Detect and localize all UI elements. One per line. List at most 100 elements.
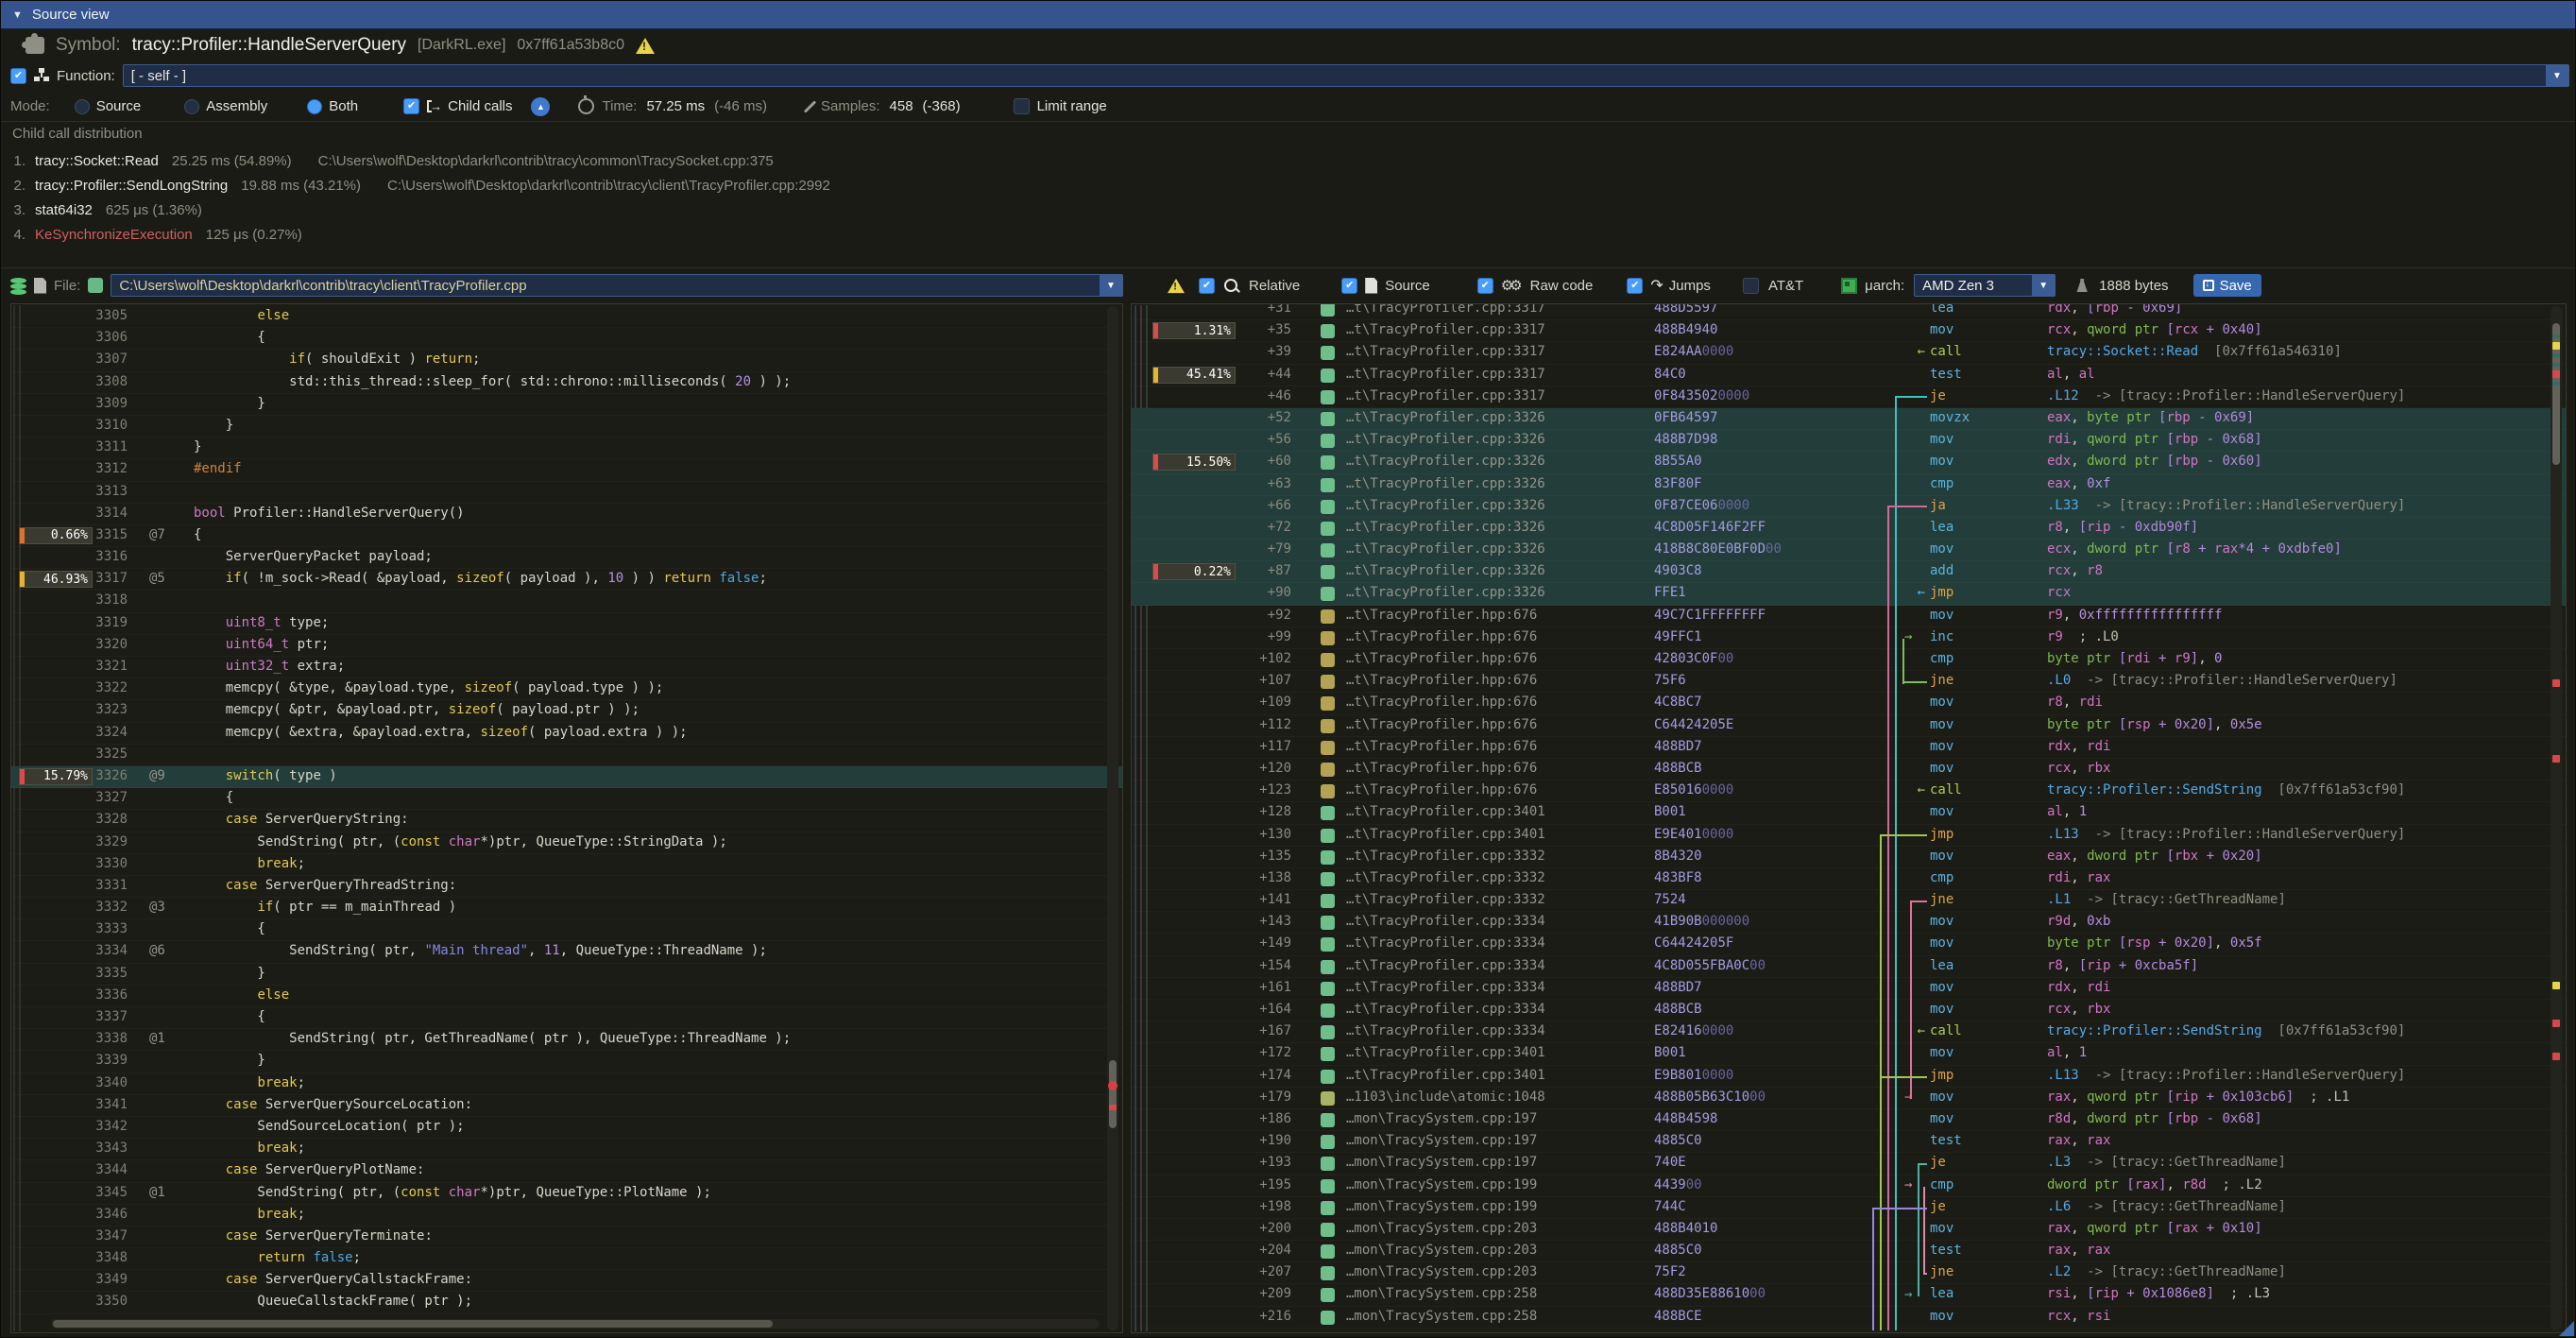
asm-row[interactable]: +174…t\TracyProfiler.cpp:3401E9B8010000j… xyxy=(1132,1066,2566,1088)
source-line[interactable]: 3348 return false; xyxy=(11,1248,1122,1270)
asm-row[interactable]: +190…mon\TracySystem.cpp:1974885C0testra… xyxy=(1132,1131,2566,1153)
asm-row[interactable]: +120…t\TracyProfiler.hpp:676488BCBmovrcx… xyxy=(1132,759,2566,780)
asm-row[interactable]: 45.41%+44…t\TracyProfiler.cpp:331784C0te… xyxy=(1132,365,2566,386)
source-line[interactable]: 15.79%3326@9 switch( type ) xyxy=(11,766,1122,788)
march-select[interactable]: AMD Zen 3 ▼ xyxy=(1914,274,2056,297)
jumps-checkbox[interactable] xyxy=(1627,278,1643,294)
asm-row[interactable]: +130…t\TracyProfiler.cpp:3401E9E4010000j… xyxy=(1132,825,2566,847)
source-line[interactable]: 3342 SendSourceLocation( ptr ); xyxy=(11,1117,1122,1139)
asm-row[interactable]: +186…mon\TracySystem.cpp:197448B4598movr… xyxy=(1132,1109,2566,1131)
asm-row[interactable]: +128…t\TracyProfiler.cpp:3401B001moval, … xyxy=(1132,802,2566,824)
source-line[interactable]: 3324 memcpy( &extra, &payload.extra, siz… xyxy=(11,723,1122,745)
asm-row[interactable]: 0.22%+87…t\TracyProfiler.cpp:33264903C8a… xyxy=(1132,561,2566,583)
source-line[interactable]: 3323 memcpy( &ptr, &payload.ptr, sizeof(… xyxy=(11,700,1122,722)
asm-row[interactable]: +193…mon\TracySystem.cpp:197740Eje.L3 ->… xyxy=(1132,1153,2566,1175)
asm-row[interactable]: +109…t\TracyProfiler.hpp:6764C8BC7movr8,… xyxy=(1132,693,2566,714)
radio-source[interactable] xyxy=(75,99,90,114)
asm-row[interactable]: +63…t\TracyProfiler.cpp:332683F80Fcmpeax… xyxy=(1132,474,2566,496)
source-line[interactable]: 3336 else xyxy=(11,986,1122,1007)
file-select[interactable]: C:\Users\wolf\Desktop\darkrl\contrib\tra… xyxy=(111,274,1123,297)
asm-row[interactable]: +141…t\TracyProfiler.cpp:33327524jne.L1 … xyxy=(1132,890,2566,912)
source-line[interactable]: 3338@1 SendString( ptr, GetThreadName( p… xyxy=(11,1029,1122,1051)
source-line[interactable]: 3329 SendString( ptr, (const char*)ptr, … xyxy=(11,832,1122,854)
child-call-item[interactable]: 3.stat64i32625 μs (1.36%) xyxy=(1,197,2575,222)
asm-row[interactable]: +167…t\TracyProfiler.cpp:3334E824160000←… xyxy=(1132,1021,2566,1043)
asm-row[interactable]: +216…mon\TracySystem.cpp:258488BCEmovrcx… xyxy=(1132,1307,2566,1329)
source-line[interactable]: 3312#endif xyxy=(11,459,1122,481)
asm-row[interactable]: +207…mon\TracySystem.cpp:20375F2jne.L2 -… xyxy=(1132,1262,2566,1284)
source-line[interactable]: 3305 else xyxy=(11,306,1122,328)
relative-checkbox[interactable] xyxy=(1199,278,1215,294)
source-line[interactable]: 3332@3 if( ptr == m_mainThread ) xyxy=(11,898,1122,919)
asm-row[interactable]: +172…t\TracyProfiler.cpp:3401B001moval, … xyxy=(1132,1043,2566,1065)
source-line[interactable]: 3337 { xyxy=(11,1007,1122,1029)
asm-row[interactable]: +161…t\TracyProfiler.cpp:3334488BD7movrd… xyxy=(1132,978,2566,1000)
source-line[interactable]: 3314bool Profiler::HandleServerQuery() xyxy=(11,504,1122,525)
asm-row[interactable]: +149…t\TracyProfiler.cpp:3334C64424205Fm… xyxy=(1132,934,2566,955)
source-line[interactable]: 3345@1 SendString( ptr, (const char*)ptr… xyxy=(11,1183,1122,1205)
asm-row[interactable]: +198…mon\TracySystem.cpp:199744Cje.L6 ->… xyxy=(1132,1197,2566,1219)
source-line[interactable]: 3343 break; xyxy=(11,1139,1122,1160)
source-line[interactable]: 3350 QueueCallstackFrame( ptr ); xyxy=(11,1292,1122,1313)
asm-row[interactable]: +102…t\TracyProfiler.hpp:67642803C0F00cm… xyxy=(1132,649,2566,671)
source-checkbox[interactable] xyxy=(1341,278,1357,294)
asm-row[interactable]: +99…t\TracyProfiler.hpp:67649FFC1incr9 ;… xyxy=(1132,627,2566,649)
source-line[interactable]: 3307 if( shouldExit ) return; xyxy=(11,350,1122,371)
source-line[interactable]: 3309 } xyxy=(11,394,1122,416)
assembly-pane[interactable]: +31…t\TracyProfiler.cpp:3317488D5597lear… xyxy=(1131,303,2567,1333)
source-line[interactable]: 3344 case ServerQueryPlotName: xyxy=(11,1160,1122,1182)
asm-row[interactable]: +204…mon\TracySystem.cpp:2034885C0testra… xyxy=(1132,1241,2566,1262)
save-button[interactable]: Save xyxy=(2193,274,2261,297)
source-line[interactable]: 3327 { xyxy=(11,788,1122,810)
child-calls-checkbox[interactable] xyxy=(403,98,419,114)
asm-row[interactable]: +56…t\TracyProfiler.cpp:3326488B7D98movr… xyxy=(1132,430,2566,452)
asm-row[interactable]: +66…t\TracyProfiler.cpp:33260F87CE060000… xyxy=(1132,496,2566,518)
asm-row[interactable]: +90…t\TracyProfiler.cpp:3326FFE1←jmprcx xyxy=(1132,583,2566,605)
title-bar[interactable]: ▼ Source view xyxy=(1,1,2575,29)
collapse-icon[interactable]: ▼ xyxy=(12,9,23,21)
source-line[interactable]: 3319 uint8_t type; xyxy=(11,613,1122,635)
child-call-item[interactable]: 2.tracy::Profiler::SendLongString19.88 m… xyxy=(1,173,2575,197)
asm-row[interactable]: +117…t\TracyProfiler.hpp:676488BD7movrdx… xyxy=(1132,737,2566,759)
source-line[interactable]: 3316 ServerQueryPacket payload; xyxy=(11,547,1122,569)
function-select[interactable]: [ - self - ] ▼ xyxy=(123,64,2569,87)
source-line[interactable]: 3325 xyxy=(11,745,1122,766)
asm-row[interactable]: +143…t\TracyProfiler.cpp:333441B90B00000… xyxy=(1132,912,2566,934)
collapse-up-button[interactable]: ▲ xyxy=(531,97,550,116)
asm-row[interactable]: +179…1103\include\atomic:1048488B05B63C1… xyxy=(1132,1088,2566,1109)
asm-row[interactable]: 1.31%+35…t\TracyProfiler.cpp:3317488B494… xyxy=(1132,320,2566,342)
att-checkbox[interactable] xyxy=(1743,278,1759,294)
source-line[interactable]: 3328 case ServerQueryString: xyxy=(11,810,1122,832)
source-line[interactable]: 3347 case ServerQueryTerminate: xyxy=(11,1226,1122,1248)
child-call-item[interactable]: 4.KeSynchronizeExecution125 μs (0.27%) xyxy=(1,222,2575,245)
resize-grip[interactable] xyxy=(2559,1321,2574,1336)
function-checkbox[interactable] xyxy=(10,68,26,84)
source-line[interactable]: 3318 xyxy=(11,591,1122,612)
asm-row[interactable]: 15.50%+60…t\TracyProfiler.cpp:33268B55A0… xyxy=(1132,452,2566,473)
asm-row[interactable]: +39…t\TracyProfiler.cpp:3317E824AA0000←c… xyxy=(1132,342,2566,364)
asm-row[interactable]: +154…t\TracyProfiler.cpp:33344C8D055FBA0… xyxy=(1132,956,2566,978)
limit-range-checkbox[interactable] xyxy=(1014,98,1030,114)
source-line[interactable]: 46.93%3317@5 if( !m_sock->Read( &payload… xyxy=(11,569,1122,591)
source-line[interactable]: 3341 case ServerQuerySourceLocation: xyxy=(11,1095,1122,1117)
chevron-down-icon[interactable]: ▼ xyxy=(1100,275,1122,296)
asm-warning-icon[interactable] xyxy=(1168,278,1185,292)
asm-row[interactable]: +209…mon\TracySystem.cpp:258488D35E88610… xyxy=(1132,1284,2566,1306)
radio-both[interactable] xyxy=(307,99,322,114)
radio-assembly[interactable] xyxy=(184,99,199,114)
raw-code-checkbox[interactable] xyxy=(1477,278,1493,294)
source-line[interactable]: 3331 case ServerQueryThreadString: xyxy=(11,876,1122,898)
asm-row[interactable]: +123…t\TracyProfiler.hpp:676E850160000←c… xyxy=(1132,780,2566,802)
source-line[interactable]: 3335 } xyxy=(11,964,1122,986)
source-line[interactable]: 3311} xyxy=(11,437,1122,459)
source-line[interactable]: 3308 std::this_thread::sleep_for( std::c… xyxy=(11,372,1122,394)
source-line[interactable]: 3320 uint64_t ptr; xyxy=(11,635,1122,657)
source-vscrollbar[interactable] xyxy=(1107,306,1118,1330)
source-line[interactable]: 3330 break; xyxy=(11,854,1122,876)
source-line[interactable]: 3306 { xyxy=(11,328,1122,350)
asm-row[interactable]: +52…t\TracyProfiler.cpp:33260FB64597movz… xyxy=(1132,408,2566,430)
asm-row[interactable]: +164…t\TracyProfiler.cpp:3334488BCBmovrc… xyxy=(1132,1000,2566,1021)
source-line[interactable]: 3346 break; xyxy=(11,1205,1122,1226)
asm-row[interactable]: +200…mon\TracySystem.cpp:203488B4010movr… xyxy=(1132,1219,2566,1241)
asm-row[interactable]: +112…t\TracyProfiler.hpp:676C64424205Emo… xyxy=(1132,715,2566,737)
